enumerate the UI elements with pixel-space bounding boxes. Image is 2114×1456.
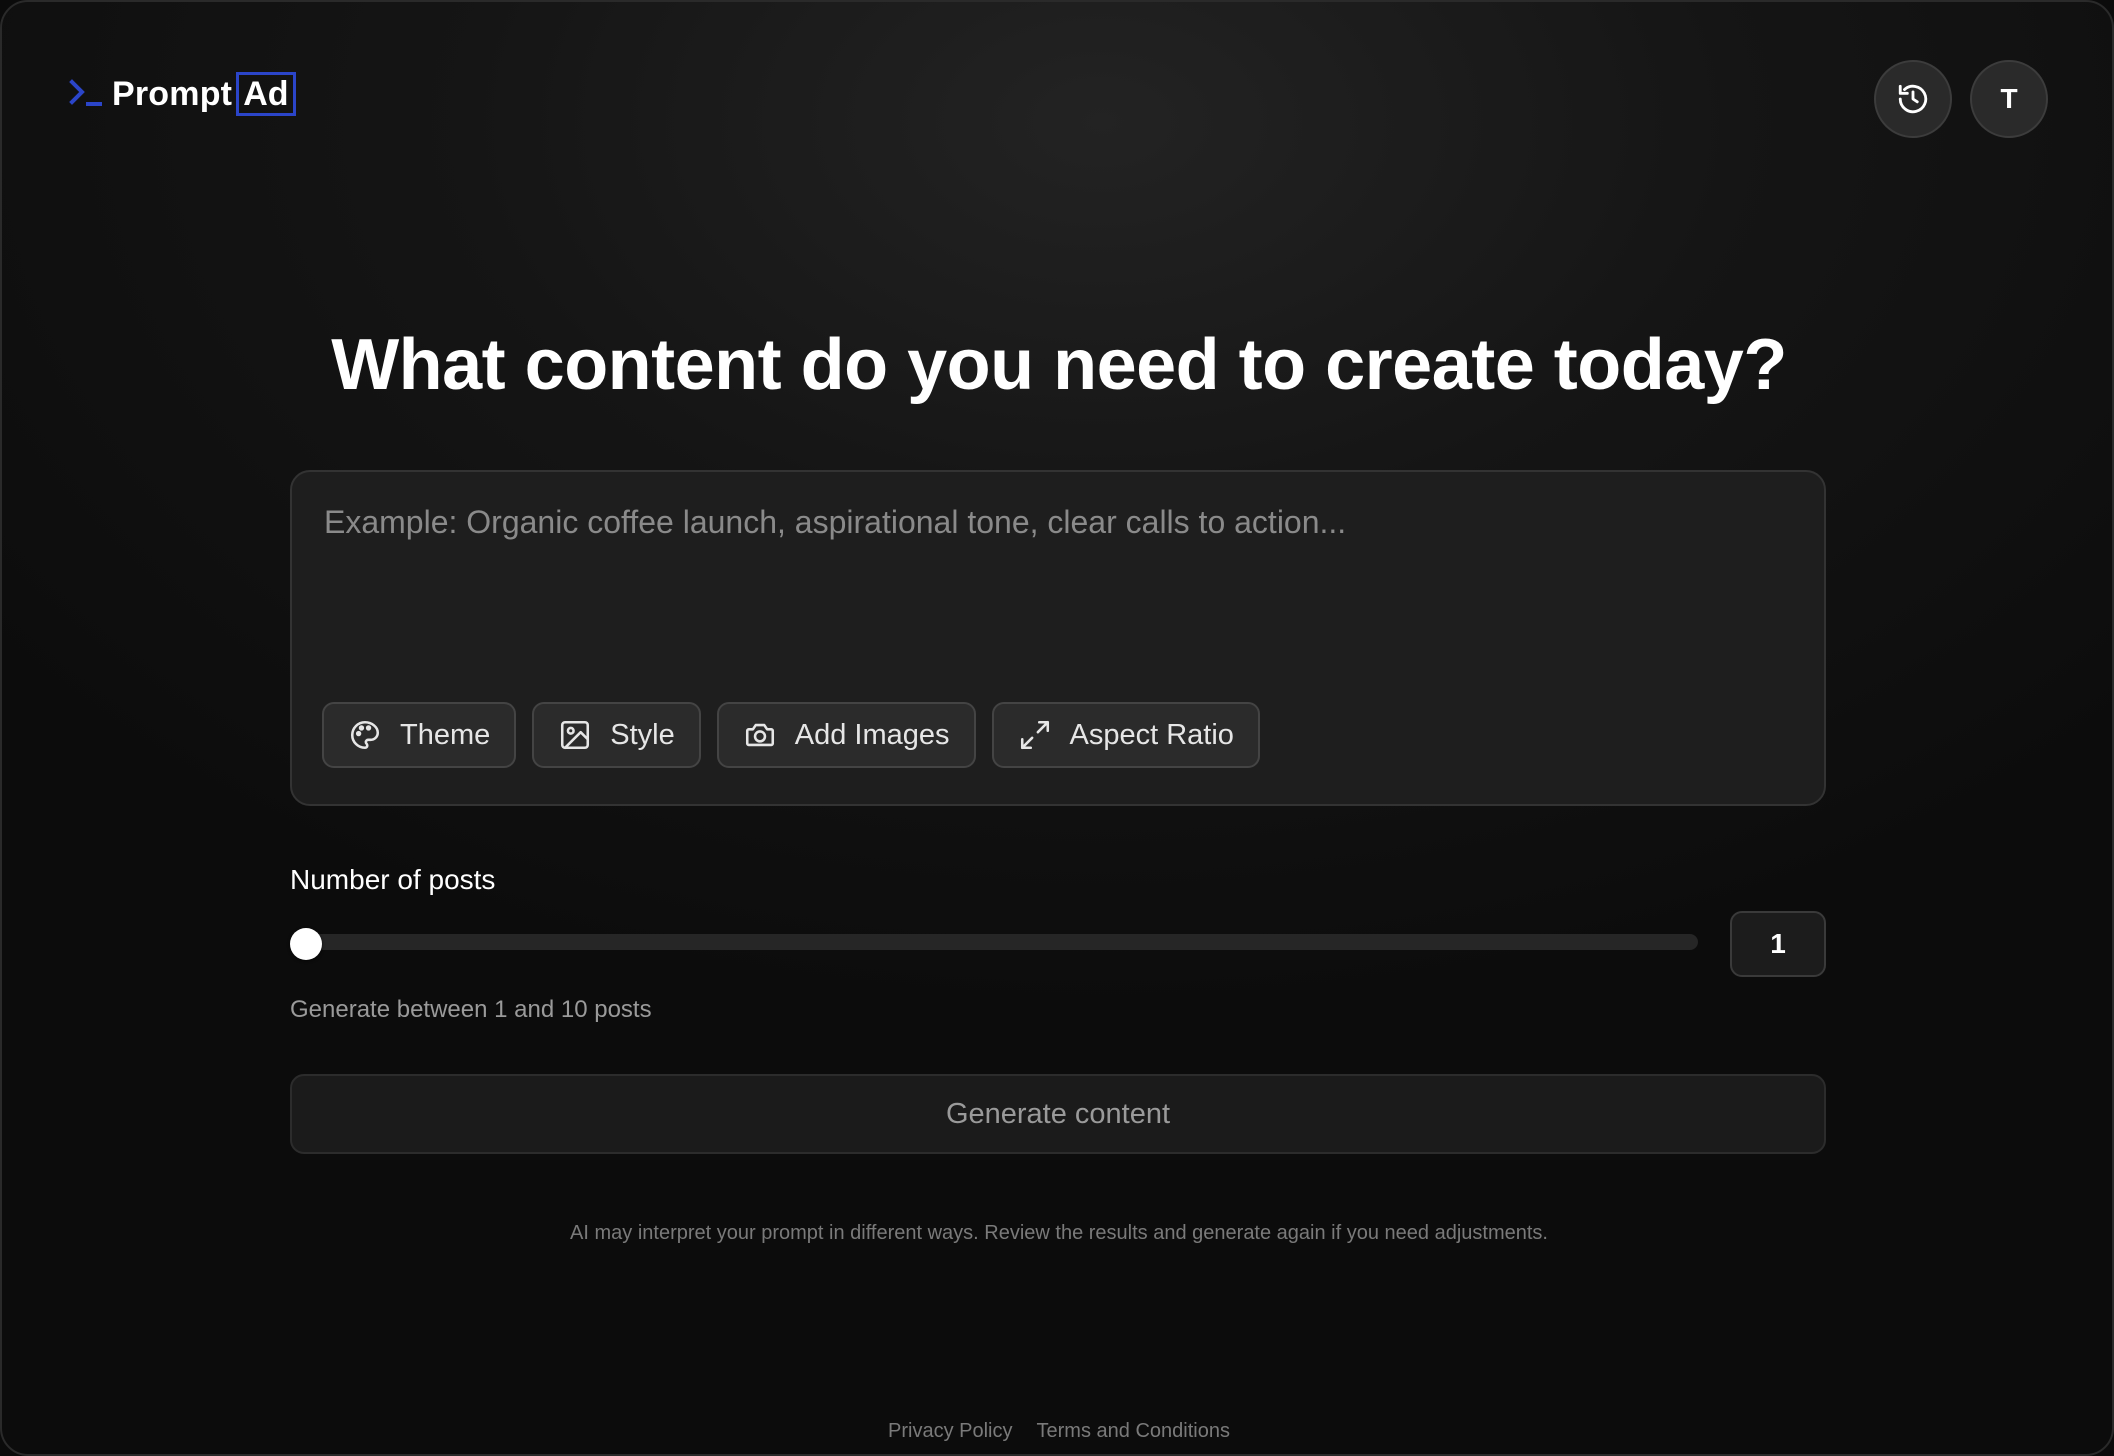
user-avatar-button[interactable]: T: [1970, 60, 2048, 138]
camera-icon: [745, 723, 774, 747]
prompt-card: Theme Style Add Images: [290, 470, 1826, 806]
posts-count-field[interactable]: 1: [1730, 911, 1826, 977]
generate-label: Generate content: [945, 1097, 1171, 1130]
posts-slider-track[interactable]: [290, 934, 1698, 950]
add-images-button[interactable]: Add Images: [716, 702, 976, 768]
avatar-initial: T: [2000, 83, 2018, 114]
style-button[interactable]: Style: [532, 702, 701, 768]
prompt-options: Theme Style Add Images Aspect Ratio: [322, 702, 1260, 768]
page-title: What content do you need to create today…: [331, 325, 1787, 405]
privacy-policy-link[interactable]: Privacy Policy: [888, 1420, 1012, 1443]
palette-icon: [350, 720, 380, 750]
posts-slider-thumb[interactable]: [290, 928, 322, 960]
history-icon: [1898, 84, 1928, 114]
ai-disclaimer: AI may interpret your prompt in differen…: [570, 1222, 1548, 1244]
terminal-prompt-icon: [69, 79, 102, 106]
aspect-ratio-button[interactable]: Aspect Ratio: [991, 702, 1260, 768]
add-images-label: Add Images: [794, 718, 950, 751]
history-button[interactable]: [1874, 60, 1952, 138]
brand-name-accent: Ad: [236, 72, 296, 116]
style-label: Style: [610, 718, 675, 751]
brand-logo[interactable]: Prompt Ad: [68, 70, 296, 118]
app-window: Prompt Ad T What content do you need to …: [0, 0, 2114, 1456]
posts-helper-text: Generate between 1 and 10 posts: [290, 996, 652, 1023]
footer: Privacy Policy Terms and Conditions: [2, 1420, 2112, 1443]
theme-button[interactable]: Theme: [322, 702, 517, 768]
terms-link[interactable]: Terms and Conditions: [1037, 1420, 1230, 1443]
expand-icon: [1020, 720, 1049, 750]
prompt-input[interactable]: [322, 502, 1796, 666]
image-icon: [561, 720, 590, 750]
posts-count-value: 1: [1770, 928, 1786, 959]
posts-label: Number of posts: [290, 864, 496, 895]
generate-content-button[interactable]: Generate content: [290, 1074, 1826, 1154]
brand-name: Prompt: [112, 74, 233, 113]
theme-label: Theme: [400, 718, 491, 751]
aspect-ratio-label: Aspect Ratio: [1069, 718, 1234, 751]
